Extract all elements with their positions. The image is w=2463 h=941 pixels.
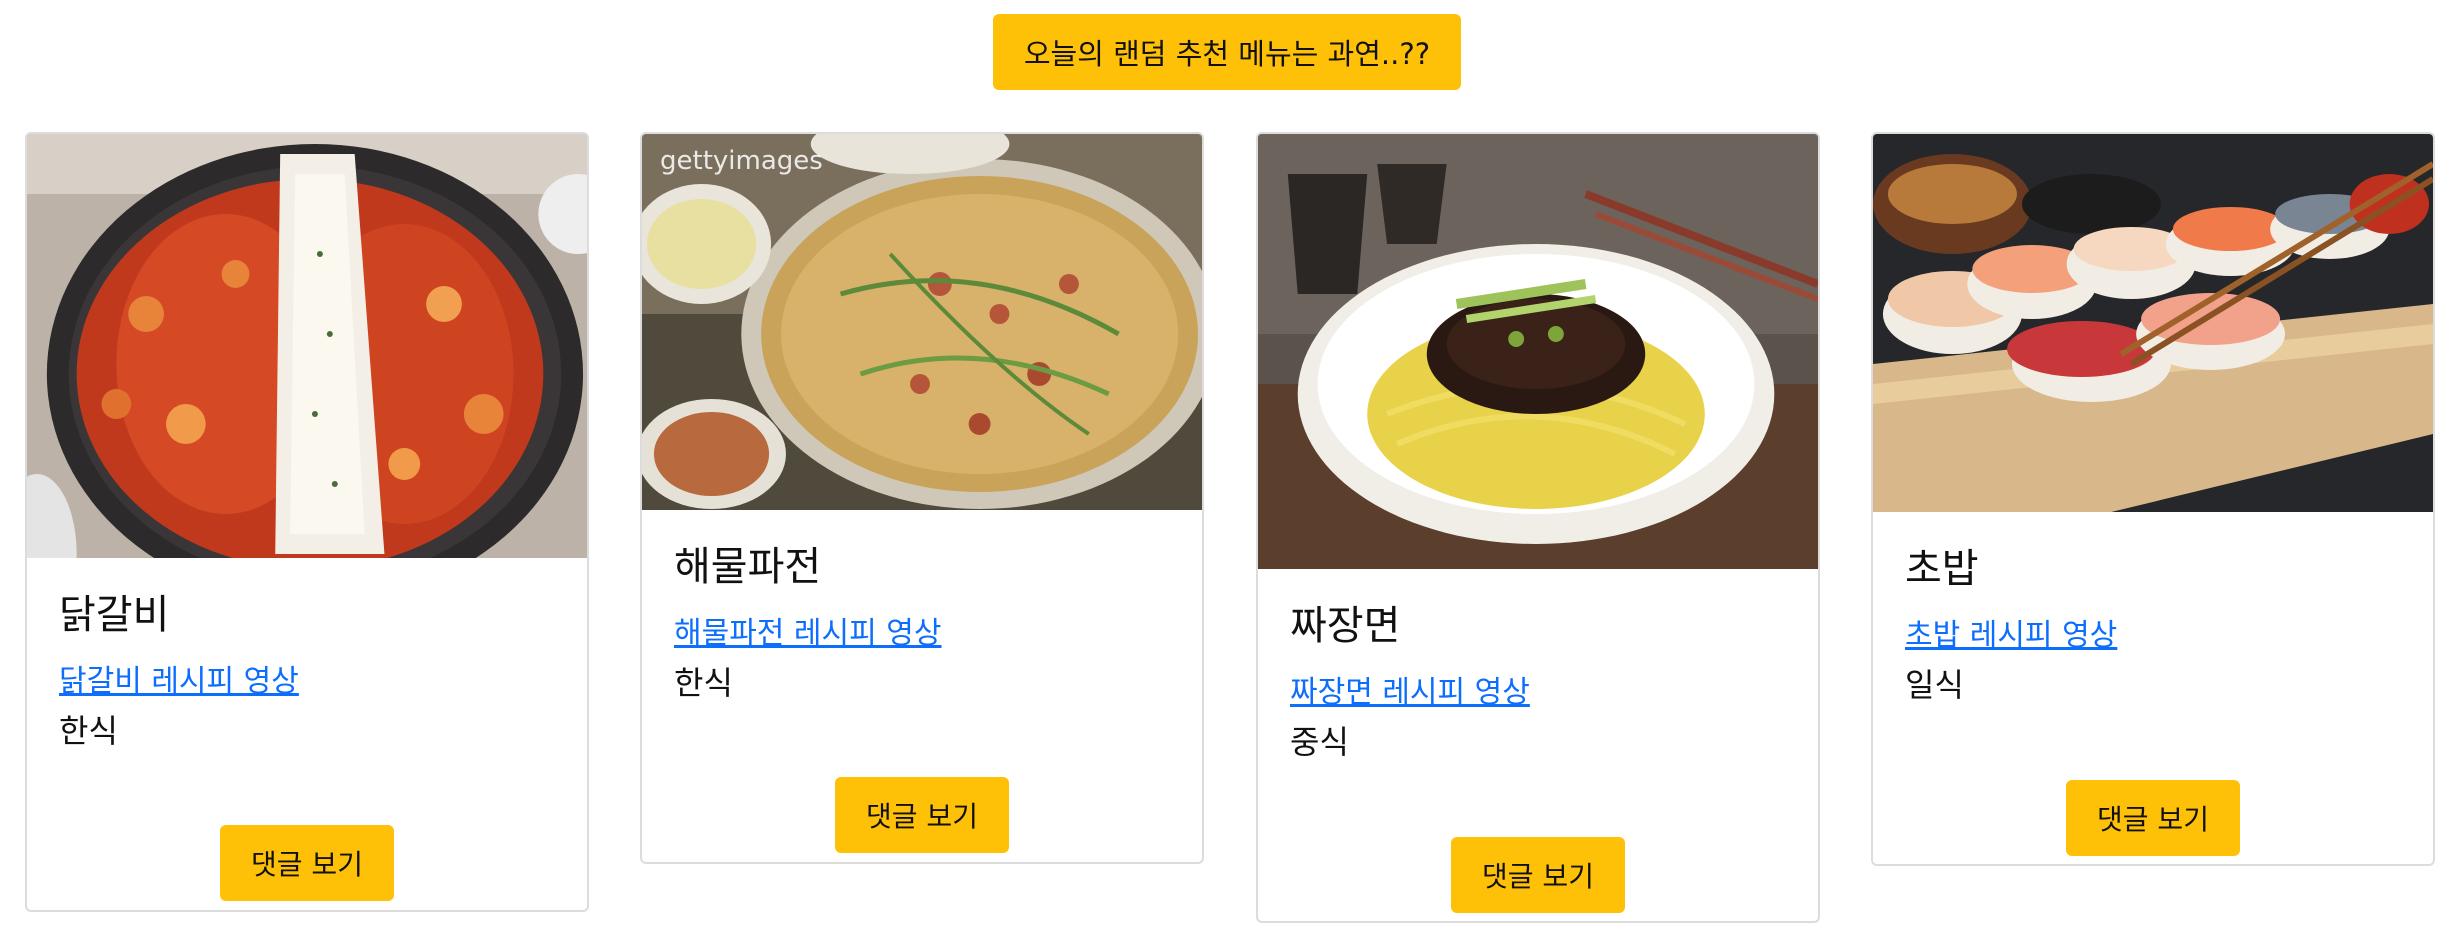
menu-card-dakgalbi: 닭갈비 닭갈비 레시피 영상 한식 댓글 보기 bbox=[25, 132, 589, 912]
menu-card-sushi: 초밥 초밥 레시피 영상 일식 댓글 보기 bbox=[1871, 132, 2435, 866]
card-body: 해물파전 해물파전 레시피 영상 한식 댓글 보기 bbox=[642, 510, 1202, 862]
card-title: 짜장면 bbox=[1290, 603, 1401, 649]
haemul-pajeon-photo: gettyimages bbox=[642, 134, 1202, 510]
menu-card-haemul-pajeon: gettyimages 해물파전 해물파전 레시피 영상 한식 댓글 보기 bbox=[640, 132, 1204, 864]
jjajangmyeon-image bbox=[1258, 134, 1818, 569]
category-label: 한식 bbox=[674, 664, 733, 702]
random-recommend-button[interactable]: 오늘의 랜덤 추천 메뉴는 과연..?? bbox=[993, 14, 1461, 90]
recipe-video-link[interactable]: 짜장면 레시피 영상 bbox=[1290, 667, 1530, 711]
view-comments-button[interactable]: 댓글 보기 bbox=[835, 777, 1009, 853]
card-title: 초밥 bbox=[1905, 546, 1979, 592]
dakgalbi-image bbox=[27, 134, 587, 558]
card-body: 초밥 초밥 레시피 영상 일식 댓글 보기 bbox=[1873, 512, 2433, 864]
card-title: 닭갈비 bbox=[59, 592, 170, 638]
category-label: 중식 bbox=[1290, 723, 1349, 761]
card-body: 짜장면 짜장면 레시피 영상 중식 댓글 보기 bbox=[1258, 569, 1818, 921]
getty-watermark: gettyimages bbox=[660, 146, 823, 176]
page: 오늘의 랜덤 추천 메뉴는 과연..?? 닭갈비 닭갈비 레시피 영상 한식 댓… bbox=[0, 0, 2463, 941]
recipe-video-link[interactable]: 닭갈비 레시피 영상 bbox=[59, 656, 299, 700]
card-title: 해물파전 bbox=[674, 544, 822, 590]
sushi-image bbox=[1873, 134, 2433, 512]
sushi-photo bbox=[1873, 134, 2433, 512]
haemul-pajeon-image bbox=[642, 134, 1202, 510]
dakgalbi-photo bbox=[27, 134, 587, 558]
view-comments-button[interactable]: 댓글 보기 bbox=[2066, 780, 2240, 856]
card-body: 닭갈비 닭갈비 레시피 영상 한식 댓글 보기 bbox=[27, 558, 587, 910]
recipe-video-link[interactable]: 초밥 레시피 영상 bbox=[1905, 610, 2117, 654]
view-comments-button[interactable]: 댓글 보기 bbox=[220, 825, 394, 901]
view-comments-button[interactable]: 댓글 보기 bbox=[1451, 837, 1625, 913]
category-label: 한식 bbox=[59, 712, 118, 750]
jjajangmyeon-photo bbox=[1258, 134, 1818, 569]
menu-card-jjajangmyeon: 짜장면 짜장면 레시피 영상 중식 댓글 보기 bbox=[1256, 132, 1820, 923]
recipe-video-link[interactable]: 해물파전 레시피 영상 bbox=[674, 608, 941, 652]
category-label: 일식 bbox=[1905, 666, 1964, 704]
